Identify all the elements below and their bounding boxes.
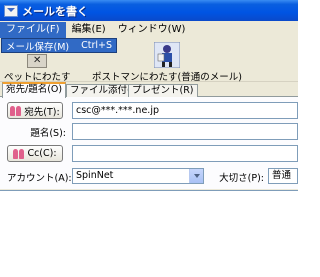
to-field[interactable]: csc@***.***.ne.jp <box>72 102 298 119</box>
postman-icon <box>153 41 181 69</box>
mail-icon <box>4 4 18 17</box>
menu-file[interactable]: ファイル(F) <box>0 21 66 38</box>
tab-strip: 宛先/題名(O) ファイル添付(H) プレゼント(R) <box>0 82 298 98</box>
cc-button[interactable]: Cc(C): <box>7 145 63 162</box>
menu-bar: ファイル(F) 編集(E) ウィンドウ(W) <box>0 21 298 38</box>
subject-field[interactable] <box>72 123 298 140</box>
title-bar[interactable]: メールを書く <box>0 0 298 21</box>
importance-value: 普通 <box>272 170 292 181</box>
close-x-icon: ✕ <box>27 54 48 68</box>
window-title: メールを書く <box>22 4 88 18</box>
cc-row: Cc(C): <box>0 144 298 164</box>
account-label: アカウント(A): <box>7 173 72 184</box>
address-book-icon <box>13 148 25 159</box>
compose-window: メールを書く ファイル(F) 編集(E) ウィンドウ(W) ✕ ペットにわたす … <box>0 0 298 277</box>
menu-save-mail-label: メール保存(M) <box>6 41 70 53</box>
tab-present[interactable]: プレゼント(R) <box>128 84 198 97</box>
give-to-pet-label: ペットにわたす <box>4 72 71 83</box>
tab-recipients[interactable]: 宛先/題名(O) <box>2 82 67 98</box>
subject-row: 題名(S): <box>0 122 298 142</box>
menu-edit[interactable]: 編集(E) <box>66 22 112 38</box>
to-button[interactable]: 宛先(T): <box>7 102 63 119</box>
cc-label: Cc(C): <box>27 148 57 159</box>
cc-field[interactable] <box>72 145 298 162</box>
menu-window[interactable]: ウィンドウ(W) <box>112 22 192 38</box>
header-form: 宛先(T): csc@***.***.ne.jp 題名(S): Cc(C): ア… <box>0 97 298 189</box>
message-body[interactable] <box>0 190 298 277</box>
chevron-down-icon[interactable] <box>189 169 203 183</box>
importance-label: 大切さ(P): <box>219 173 264 184</box>
account-select[interactable]: SpinNet <box>72 168 204 184</box>
subject-label: 題名(S): <box>30 128 66 139</box>
to-row: 宛先(T): csc@***.***.ne.jp <box>0 101 298 121</box>
address-book-icon <box>10 105 22 116</box>
account-row: アカウント(A): SpinNet 大切さ(P): 普通 <box>0 167 298 187</box>
give-to-postman-label: ポストマンにわたす(普通のメール) <box>92 72 242 83</box>
importance-select[interactable]: 普通 <box>268 168 298 184</box>
menu-save-mail-shortcut: Ctrl+S <box>81 40 112 51</box>
to-label: 宛先(T): <box>24 106 60 118</box>
account-value: SpinNet <box>76 170 114 181</box>
menu-save-mail[interactable]: メール保存(M) Ctrl+S <box>1 38 117 53</box>
